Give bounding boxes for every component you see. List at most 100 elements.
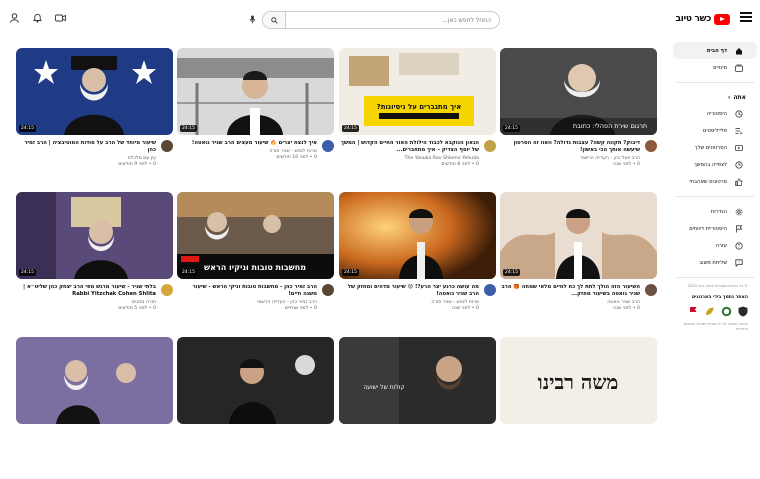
duration-badge: 24:15 — [503, 269, 520, 276]
supporter-logo-shield-icon[interactable] — [738, 306, 748, 317]
video-title[interactable]: הרב זמיר כהן - מחשבות טובות וניקי הראש -… — [177, 284, 317, 298]
search-button[interactable] — [263, 12, 286, 28]
search-input[interactable] — [286, 13, 499, 27]
sidebar-item-settings[interactable]: הגדרות — [673, 203, 757, 220]
video-card[interactable]: תרגום שירת הפהלי: כתובת 24:15 דיבוק? תקו… — [500, 48, 657, 190]
video-thumbnail[interactable] — [177, 337, 334, 424]
channel-name[interactable]: הרב זמיר כהן - העדייה הרשמי — [177, 300, 317, 305]
channel-name[interactable]: תורה מחנים — [16, 300, 156, 305]
video-thumbnail[interactable]: משה רבינו — [500, 337, 657, 424]
video-thumbnail[interactable]: קולות של ישועה — [339, 337, 496, 424]
video-stats: 0 • לפני שנתיים — [284, 306, 317, 311]
video-thumbnail[interactable]: מחשבות טובות וניקיו הראש 24:15 — [177, 192, 334, 279]
channel-avatar[interactable] — [645, 284, 657, 296]
sidebar-item-help[interactable]: ? עזרה — [673, 237, 757, 254]
video-stats: 0 • לפני שנה — [452, 306, 479, 311]
video-title[interactable]: הגאון הנוקבא לכבוד הילולת האור החיים הקד… — [339, 140, 479, 154]
channel-name[interactable]: עין עם מלכלפ — [16, 156, 156, 161]
sidebar-item-home[interactable]: דף הבית — [673, 42, 757, 59]
thumbnail-image — [177, 337, 334, 424]
sidebar-section-you[interactable]: אתה › — [670, 89, 760, 105]
video-thumbnail[interactable]: 24:15 — [500, 192, 657, 279]
thumbnail-image — [339, 192, 496, 279]
sidebar-item-playlists[interactable]: פלייליסטים — [673, 122, 757, 139]
video-stats: 0 • לפני 5 חודשים — [118, 306, 156, 311]
sidebar-item-watch-later[interactable]: לצפייה בהמשך — [673, 156, 757, 173]
video-card[interactable]: קולות של ישועה — [339, 337, 496, 479]
channel-avatar[interactable] — [645, 140, 657, 152]
video-thumbnail[interactable]: 24:15 — [339, 192, 496, 279]
video-thumbnail[interactable] — [16, 337, 173, 424]
duration-badge: 24:15 — [19, 269, 36, 276]
channel-name[interactable]: מרות לנפש - שניר תורה — [177, 149, 317, 154]
video-card[interactable]: 24:15 מה עושה כרגע יצר הרע?! 😡 שיעור מדה… — [339, 192, 496, 334]
thumbs-up-icon — [735, 177, 743, 186]
svg-text:!: ! — [738, 259, 740, 264]
video-thumbnail[interactable]: 24:15 — [16, 192, 173, 279]
video-stats: 0 • לפני 9 חודשים — [118, 162, 156, 167]
video-card[interactable]: 24:15 איך לנצח יצרים 🔥 שיעור מעצים הרב ש… — [177, 48, 334, 190]
video-meta: שיעור מיוחד של הרב על סודות המוטיבציה | … — [16, 140, 173, 167]
sidebar-item-subscriptions[interactable]: מינויים — [673, 59, 757, 76]
sidebar-item-report-history[interactable]: היסטוריית דיווחים — [673, 220, 757, 237]
sidebar-item-liked[interactable]: סרטונים שאהבתי — [673, 173, 757, 190]
sidebar-item-your-videos[interactable]: הסרטונים שלך — [673, 139, 757, 156]
thumbnail-image: מחשבות טובות וניקיו הראש — [177, 192, 334, 279]
channel-avatar[interactable] — [161, 284, 173, 296]
supporter-logo-flag-icon[interactable] — [688, 306, 698, 317]
thumbnail-caption: קולות של ישועה — [363, 384, 404, 391]
channel-name[interactable]: מרות לנפש - שניר תורה — [339, 300, 479, 305]
channel-avatar[interactable] — [484, 140, 496, 152]
video-title[interactable]: בלתי שניר - שיעור מרגש מפי הרב יצחק כהן … — [16, 284, 156, 298]
sidebar-item-history[interactable]: היסטוריה — [673, 105, 757, 122]
channel-name[interactable]: הרב שניר גואטה — [500, 300, 640, 305]
channel-avatar[interactable] — [322, 140, 334, 152]
play-logo-icon — [714, 13, 730, 25]
logo-text: כשר טיוב — [675, 14, 712, 24]
channel-name[interactable]: הרב יואל כהן - העדייה הרשמי — [500, 156, 640, 161]
hamburger-menu-icon[interactable] — [740, 12, 752, 22]
microphone-icon[interactable] — [246, 13, 258, 25]
thumbnail-caption: תרגום שירת הפהלי: כתובת — [573, 122, 647, 130]
thumbnail-image — [177, 48, 334, 135]
video-thumbnail[interactable]: איך מתגברים על ניסיונות? 24:15 — [339, 48, 496, 135]
sidebar-item-label: פלייליסטים — [703, 127, 727, 134]
video-card[interactable] — [16, 337, 173, 479]
channel-avatar[interactable] — [161, 140, 173, 152]
channel-name[interactable]: The Yanuka Rav Shlomo Yehuda — [339, 156, 479, 161]
channel-avatar[interactable] — [484, 284, 496, 296]
sidebar: דף הבית מינויים אתה › היסטוריה פלייליסטי… — [670, 38, 760, 401]
sidebar-item-feedback[interactable]: ! שליחת משוב — [673, 254, 757, 271]
video-camera-icon[interactable] — [54, 12, 66, 24]
duration-badge: 24:15 — [503, 125, 520, 132]
video-card[interactable]: 24:15 שיעור מיוחד של הרב על סודות המוטיב… — [16, 48, 173, 190]
video-title[interactable]: דיבוק? תקווה קשה? עצבות גדולה? וואוו זה … — [500, 140, 640, 154]
video-card[interactable] — [177, 337, 334, 479]
video-thumbnail[interactable]: 24:15 — [16, 48, 173, 135]
thumbnail-image: קולות של ישועה — [339, 337, 496, 424]
duration-badge: 24:15 — [180, 269, 197, 276]
thumbnail-caption: מחשבות טובות וניקיו הראש — [204, 263, 306, 272]
supporter-logo-leaf-icon[interactable] — [704, 306, 715, 317]
video-meta: הגאון הנוקבא לכבוד הילולת האור החיים הקד… — [339, 140, 496, 167]
video-card[interactable]: משה רבינו — [500, 337, 657, 479]
video-meta: איך לנצח יצרים 🔥 שיעור מעצים הרב שניר גו… — [177, 140, 334, 160]
user-icon[interactable] — [8, 12, 20, 24]
duration-badge: 24:15 — [180, 125, 197, 132]
video-title[interactable]: מה עושה כרגע יצר הרע?! 😡 שיעור מדהים ומח… — [339, 284, 479, 298]
video-thumbnail[interactable]: תרגום שירת הפהלי: כתובת 24:15 — [500, 48, 657, 135]
video-title[interactable]: איך לנצח יצרים 🔥 שיעור מעצים הרב שניר גו… — [177, 140, 317, 147]
channel-avatar[interactable] — [322, 284, 334, 296]
bell-icon[interactable] — [31, 12, 43, 24]
supporter-logo-wreath-icon[interactable] — [721, 306, 732, 317]
video-card[interactable]: מחשבות טובות וניקיו הראש 24:15 הרב זמיר … — [177, 192, 334, 334]
video-card[interactable]: 24:15 השיעור הזה הולך לתת לך כח לחיים מל… — [500, 192, 657, 334]
video-title[interactable]: השיעור הזה הולך לתת לך כח לחיים מלאי שמח… — [500, 284, 640, 298]
thumbnail-image: איך מתגברים על ניסיונות? — [339, 48, 496, 135]
video-title[interactable]: שיעור מיוחד של הרב על סודות המוטיבציה | … — [16, 140, 156, 154]
video-thumbnail[interactable]: 24:15 — [177, 48, 334, 135]
video-card[interactable]: איך מתגברים על ניסיונות? 24:15 הגאון הנו… — [339, 48, 496, 190]
video-stats: 0 • לפני 10 חודשים — [276, 155, 317, 160]
site-logo[interactable]: כשר טיוב — [676, 12, 730, 26]
video-card[interactable]: 24:15 בלתי שניר - שיעור מרגש מפי הרב יצח… — [16, 192, 173, 334]
